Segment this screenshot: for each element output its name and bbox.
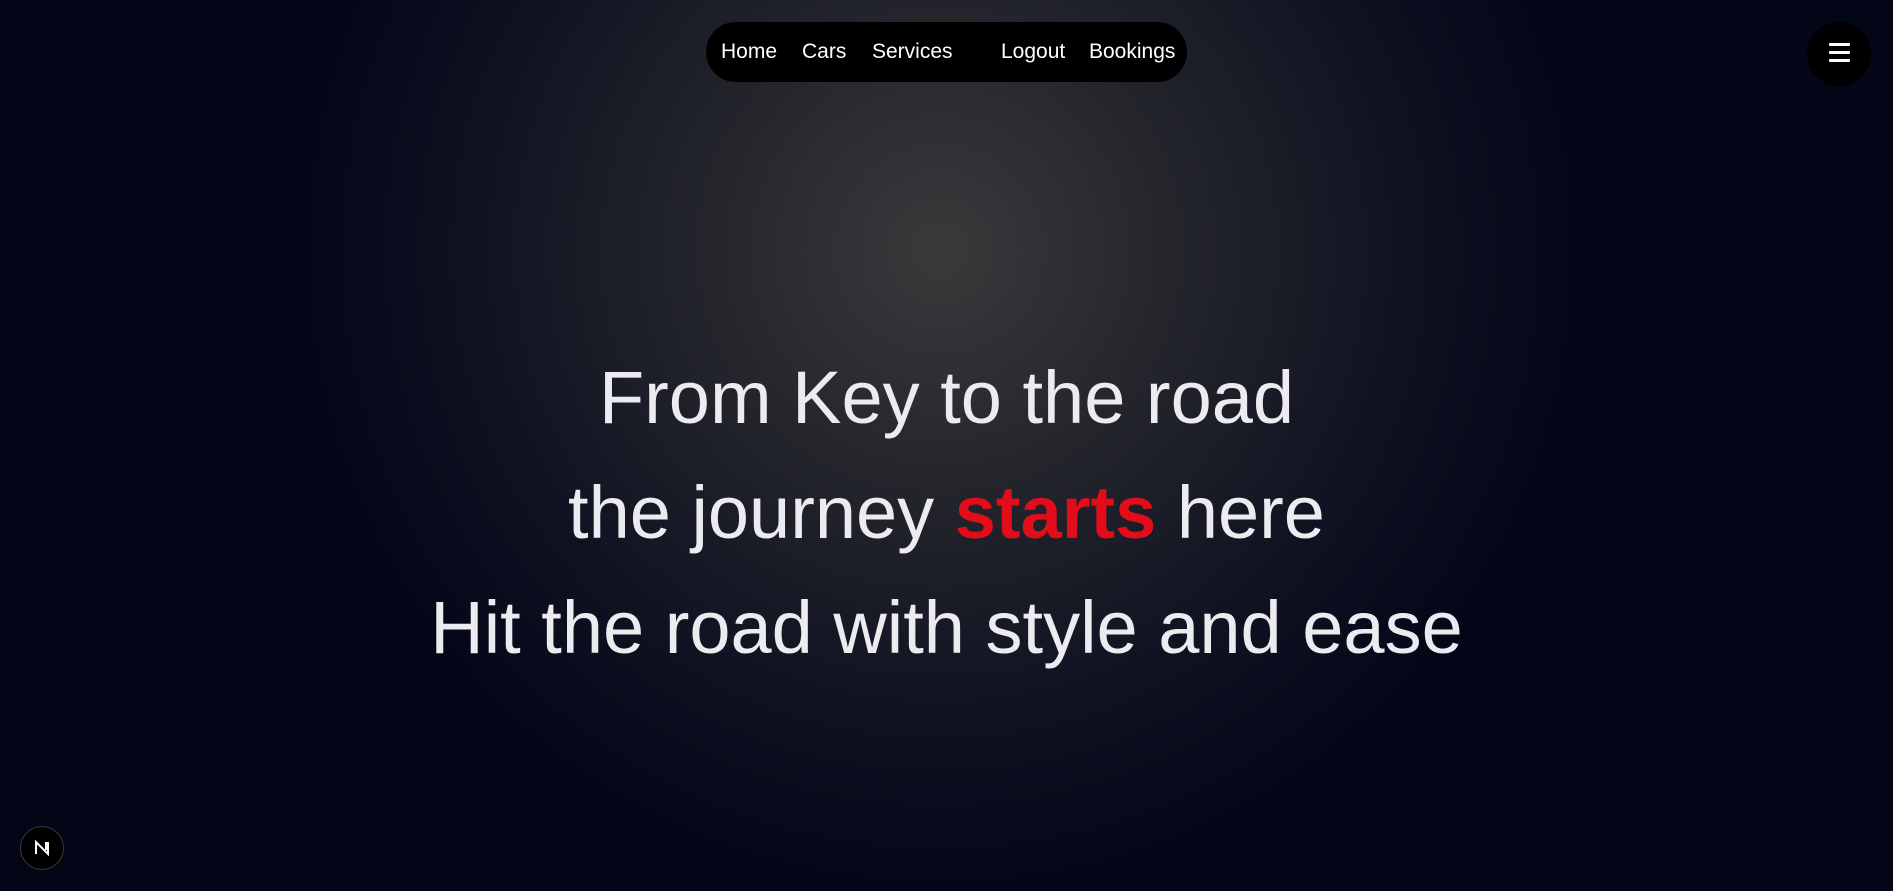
nav-link-cars[interactable]: Cars: [802, 22, 846, 82]
hero-highlight-word: starts: [954, 471, 1157, 554]
hamburger-menu-icon: [1829, 43, 1850, 64]
nav-link-home[interactable]: Home: [721, 22, 777, 82]
nav-link-logout[interactable]: Logout: [1001, 22, 1065, 82]
hero-line-2-after: here: [1156, 471, 1325, 554]
nextjs-logo-icon: [35, 839, 49, 857]
nav-link-services[interactable]: Services: [872, 22, 953, 82]
hero-line-1: From Key to the road: [598, 356, 1295, 439]
hero-line-2: the journey starts here: [0, 455, 1893, 570]
hero-line-2-before: the journey: [568, 471, 955, 554]
menu-button[interactable]: [1807, 22, 1871, 86]
top-navbar: Home Cars Services Logout Bookings: [706, 22, 1187, 82]
nav-link-bookings[interactable]: Bookings: [1089, 22, 1175, 82]
hero-section: From Key to the road the journey starts …: [0, 340, 1893, 685]
hero-line-3: Hit the road with style and ease: [430, 586, 1463, 669]
nextjs-dev-badge[interactable]: [20, 826, 64, 870]
